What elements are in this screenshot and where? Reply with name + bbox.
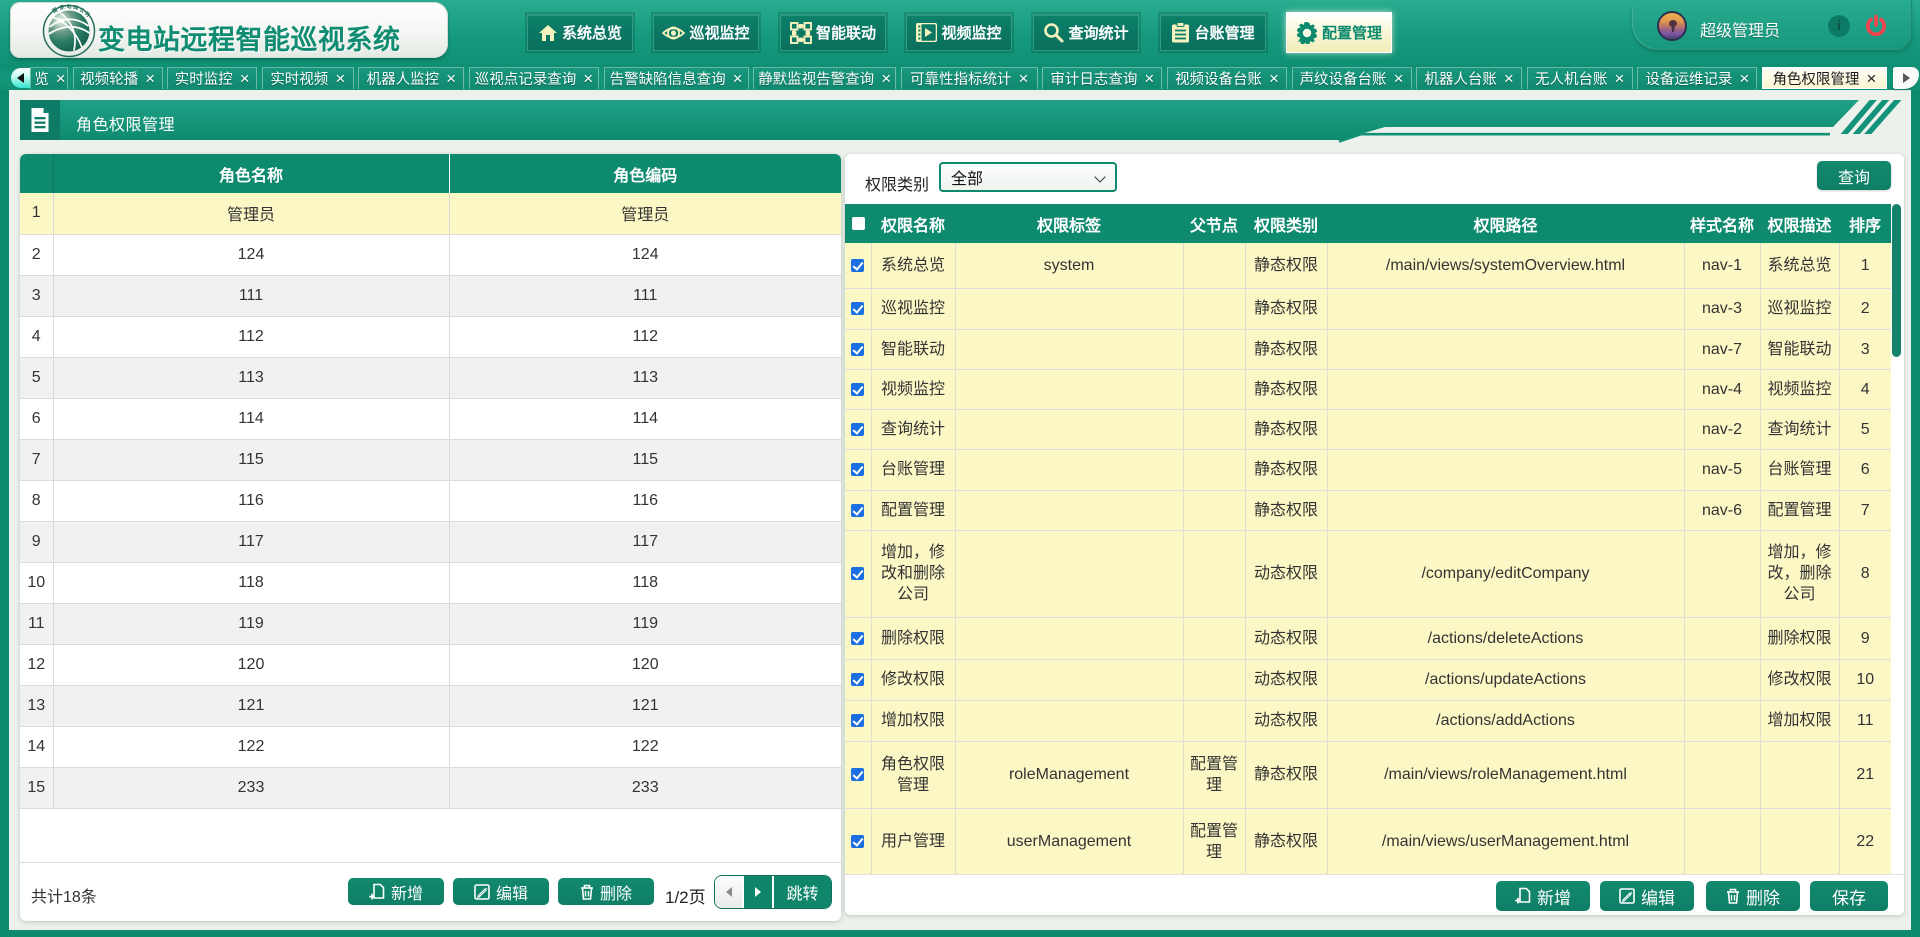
svg-text:电: 电 — [66, 3, 71, 10]
svg-text:网: 网 — [73, 4, 79, 12]
svg-text:家: 家 — [59, 3, 67, 11]
